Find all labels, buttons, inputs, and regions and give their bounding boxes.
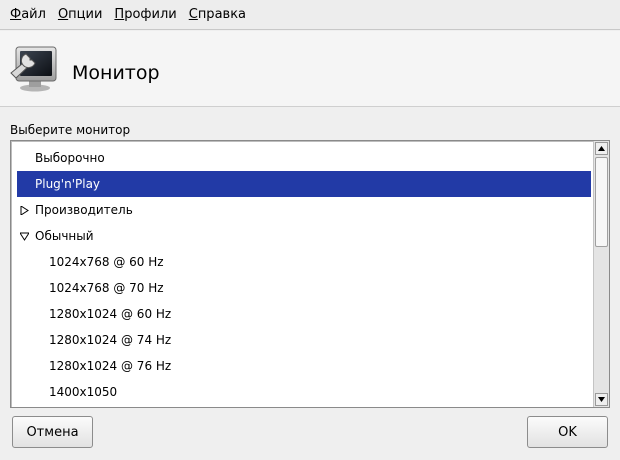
menu-file-accelerator: Ф bbox=[10, 6, 22, 22]
menu-profiles[interactable]: Профили bbox=[108, 0, 182, 30]
menu-bar: Файл Опции Профили Справка bbox=[0, 0, 620, 30]
vertical-scrollbar[interactable] bbox=[593, 141, 609, 407]
list-item-selected[interactable]: Plug'n'Play bbox=[17, 171, 591, 197]
list-item-label: 1400x1050 bbox=[49, 385, 118, 399]
list-item-label: Выборочно bbox=[35, 151, 105, 165]
tree-node-generic[interactable]: Обычный bbox=[17, 223, 591, 249]
scroll-down-button[interactable] bbox=[595, 393, 608, 406]
list-item-label: 1280x1024 @ 76 Hz bbox=[49, 359, 172, 373]
menu-help[interactable]: Справка bbox=[183, 0, 252, 30]
list-rows: Выборочно Plug'n'Play Производитель Обыч… bbox=[17, 145, 591, 405]
list-item[interactable]: 1280x1024 @ 76 Hz bbox=[17, 353, 591, 379]
arrow-down-icon bbox=[598, 397, 605, 402]
list-item-label: Производитель bbox=[35, 203, 133, 217]
list-item[interactable]: Выборочно bbox=[17, 145, 591, 171]
header-banner: Монитор bbox=[0, 31, 620, 107]
menu-options-label: пции bbox=[68, 6, 103, 22]
monitor-wrench-icon bbox=[10, 46, 57, 92]
list-item[interactable]: 1280x1024 @ 60 Hz bbox=[17, 301, 591, 327]
scroll-up-button[interactable] bbox=[595, 142, 608, 155]
list-item[interactable]: 1400x1050 bbox=[17, 379, 591, 405]
menu-options-accelerator: О bbox=[57, 6, 69, 22]
tree-node-manufacturer[interactable]: Производитель bbox=[17, 197, 591, 223]
cancel-button[interactable]: Отмена bbox=[12, 416, 93, 448]
list-item-label: Обычный bbox=[35, 229, 94, 243]
list-item[interactable]: 1024x768 @ 60 Hz bbox=[17, 249, 591, 275]
list-item-label: 1280x1024 @ 60 Hz bbox=[49, 307, 172, 321]
list-item-label: 1280x1024 @ 74 Hz bbox=[49, 333, 172, 347]
expander-expanded-icon[interactable] bbox=[20, 232, 29, 241]
page-title: Монитор bbox=[72, 62, 160, 84]
ok-button[interactable]: OK bbox=[527, 416, 608, 448]
scroll-thumb[interactable] bbox=[595, 157, 608, 247]
arrow-up-icon bbox=[598, 146, 605, 151]
list-item[interactable]: 1280x1024 @ 74 Hz bbox=[17, 327, 591, 353]
menu-profiles-label: рофили bbox=[124, 6, 177, 22]
expander-collapsed-icon[interactable] bbox=[20, 206, 29, 215]
list-item[interactable]: 1024x768 @ 70 Hz bbox=[17, 275, 591, 301]
list-item-label: 1024x768 @ 60 Hz bbox=[49, 255, 164, 269]
menu-help-label: правка bbox=[197, 6, 247, 22]
menu-file[interactable]: Файл bbox=[4, 0, 52, 30]
menu-help-accelerator: С bbox=[188, 6, 198, 22]
menu-profiles-accelerator: П bbox=[114, 6, 125, 22]
monitor-tree-list[interactable]: Выборочно Plug'n'Play Производитель Обыч… bbox=[10, 140, 610, 408]
list-item-label: Plug'n'Play bbox=[35, 177, 101, 191]
section-label: Выберите монитор bbox=[10, 123, 131, 137]
menu-file-label: айл bbox=[21, 6, 46, 22]
menu-options[interactable]: Опции bbox=[52, 0, 108, 30]
list-item-label: 1024x768 @ 70 Hz bbox=[49, 281, 164, 295]
